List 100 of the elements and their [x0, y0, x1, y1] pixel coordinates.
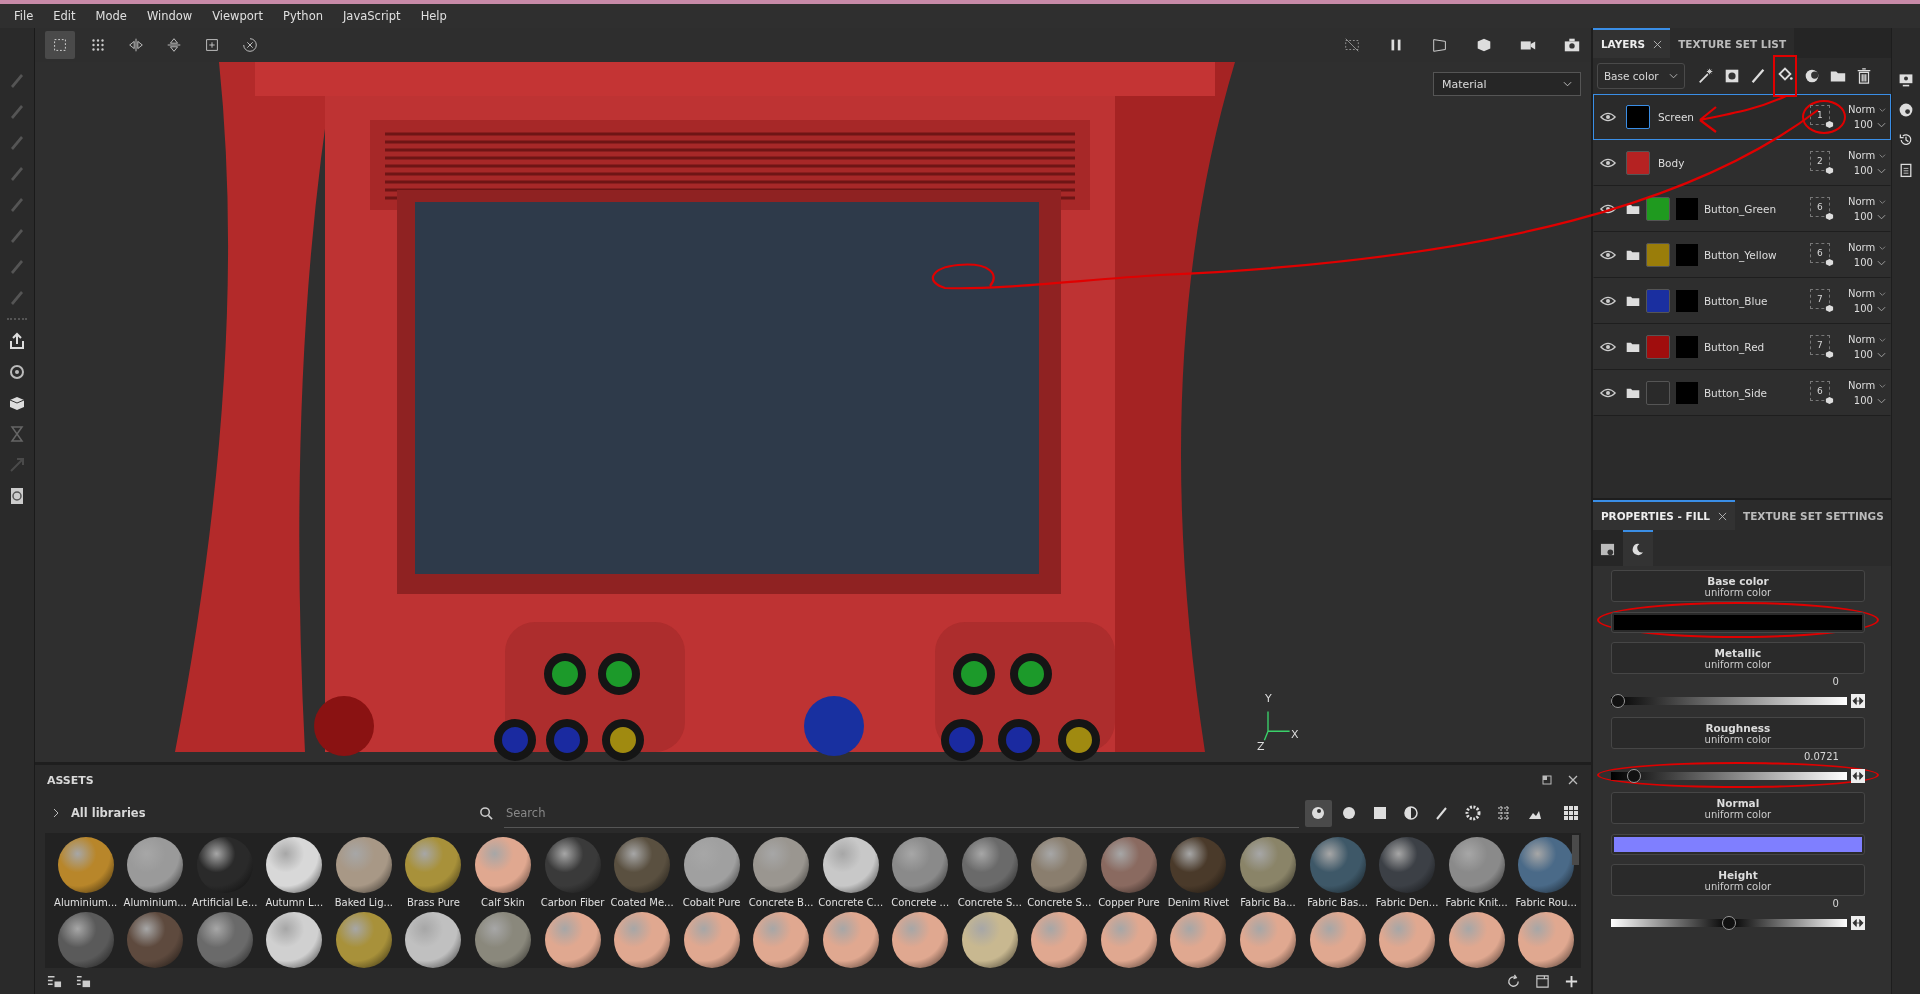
value-link-button[interactable] — [1850, 916, 1865, 930]
add-icon[interactable] — [1563, 973, 1579, 989]
double-arrow-icon — [1851, 695, 1864, 707]
chevron-icon — [52, 808, 59, 818]
material-name: Fabric Rou... — [1515, 897, 1577, 908]
eye-icon[interactable] — [1599, 296, 1616, 306]
slider-track[interactable] — [1610, 916, 1847, 930]
camera-icon[interactable] — [1562, 36, 1581, 54]
blend-mode-dropdown[interactable]: Norm — [1847, 242, 1886, 253]
eye-icon[interactable] — [1599, 158, 1616, 168]
blend-mode-dropdown[interactable]: Norm — [1847, 288, 1886, 299]
opacity-dropdown[interactable]: 100 — [1847, 257, 1886, 268]
close-icon[interactable] — [1653, 39, 1663, 49]
menu-item[interactable]: Edit — [43, 9, 86, 23]
cube-icon — [1824, 350, 1834, 359]
material-name: Concrete S... — [1027, 897, 1092, 908]
page-icon[interactable] — [1534, 973, 1550, 989]
sub-tab[interactable] — [1622, 530, 1653, 566]
tool-icon — [240, 36, 259, 54]
eye-icon[interactable] — [1599, 204, 1616, 214]
menu-item[interactable]: Mode — [85, 9, 137, 23]
menu-item[interactable]: Python — [273, 9, 333, 23]
hidden-icon[interactable] — [1342, 36, 1361, 54]
mask-thumbnail — [1675, 290, 1698, 312]
material-name: Concrete S... — [957, 897, 1022, 908]
menu-item[interactable]: Window — [136, 9, 203, 23]
viewport[interactable]: Material Y X Z — [34, 62, 1591, 762]
menu-item[interactable]: Help — [410, 9, 457, 23]
toolbar-button[interactable] — [44, 31, 75, 59]
opacity-dropdown[interactable]: 100 — [1847, 165, 1886, 176]
channel-source-button[interactable]: Roughness uniform color — [1610, 717, 1865, 749]
material-name: Fabric Den... — [1375, 897, 1439, 908]
search-field[interactable]: Search — [503, 798, 1299, 828]
filter-button[interactable] — [1304, 799, 1332, 827]
undock-icon[interactable] — [1540, 774, 1553, 786]
blend-mode-dropdown[interactable]: Norm — [1847, 150, 1886, 161]
channel-source: uniform color — [1704, 658, 1772, 670]
value-link-button[interactable] — [1850, 694, 1865, 708]
menu-item[interactable]: JavaScript — [332, 9, 411, 23]
slider-track[interactable] — [1610, 769, 1847, 783]
material-name: Fabric Ba... — [1240, 897, 1296, 908]
library-selector[interactable]: All libraries — [46, 806, 473, 820]
channel-source-button[interactable]: Normal uniform color — [1610, 792, 1865, 824]
history-icon[interactable] — [1897, 132, 1914, 148]
globe-settings-icon[interactable] — [1897, 102, 1914, 118]
material-thumbnail[interactable] — [1518, 837, 1575, 893]
view-mode-dropdown[interactable]: Material — [1432, 72, 1581, 96]
scrollbar[interactable] — [1571, 835, 1579, 865]
close-icon[interactable] — [1718, 511, 1728, 521]
slider-thumb[interactable] — [1721, 916, 1736, 930]
eye-icon[interactable] — [1599, 342, 1616, 352]
eye-icon[interactable] — [1599, 250, 1616, 260]
folder-icon — [1625, 203, 1640, 215]
close-icon[interactable] — [1566, 774, 1579, 786]
camera-frame-icon[interactable] — [1430, 36, 1449, 54]
blend-mode-dropdown[interactable]: Norm — [1847, 380, 1886, 391]
blend-mode-dropdown[interactable]: Norm — [1847, 334, 1886, 345]
opacity-dropdown[interactable]: 100 — [1847, 395, 1886, 406]
slider-thumb[interactable] — [1610, 694, 1625, 708]
menu-item[interactable]: File — [4, 9, 44, 23]
eye-icon[interactable] — [1599, 388, 1616, 398]
blend-mode-dropdown[interactable]: Norm — [1847, 104, 1886, 115]
panel-tab[interactable]: TEXTURE SET LIST — [1670, 28, 1795, 58]
panel-tab[interactable]: PROPERTIES - FILL — [1592, 500, 1736, 530]
cube-icon — [1824, 304, 1834, 313]
eye-icon[interactable] — [1599, 112, 1616, 122]
opacity-dropdown[interactable]: 100 — [1847, 211, 1886, 222]
slider-thumb[interactable] — [1626, 769, 1641, 783]
search-icon — [478, 805, 494, 821]
slider-track[interactable] — [1610, 694, 1847, 708]
opacity-dropdown[interactable]: 100 — [1847, 349, 1886, 360]
cube-icon — [1824, 212, 1834, 221]
panel-tab[interactable]: LAYERS — [1592, 28, 1671, 58]
list-folder-icon[interactable] — [75, 973, 91, 989]
channel-source-button[interactable]: Base color uniform color — [1610, 570, 1865, 602]
channel-source-button[interactable]: Height uniform color — [1610, 864, 1865, 896]
grid-view-icon[interactable] — [1562, 805, 1579, 821]
layer-row[interactable]: Screen 1 Norm 100 — [1592, 94, 1891, 140]
layer-name: Button_Yellow — [1703, 249, 1778, 261]
layer-name: Screen — [1657, 111, 1695, 123]
channel-name: Normal — [1716, 796, 1760, 809]
display-settings-icon[interactable] — [1897, 72, 1914, 88]
slider-value: 0 — [1832, 898, 1839, 909]
material-name: Copper Pure — [1098, 897, 1160, 908]
value-link-button[interactable] — [1850, 769, 1865, 783]
menu-item[interactable]: Viewport — [202, 9, 274, 23]
magic-wand-icon[interactable] — [1696, 67, 1715, 85]
filter-icon — [1372, 805, 1389, 821]
panel-tab[interactable]: TEXTURE SET SETTINGS — [1735, 500, 1892, 530]
material-name: Cobalt Pure — [682, 897, 741, 908]
channel-source-button[interactable]: Metallic uniform color — [1610, 642, 1865, 674]
layer-name: Button_Green — [1703, 203, 1778, 215]
opacity-dropdown[interactable]: 100 — [1847, 303, 1886, 314]
list-save-icon[interactable] — [46, 973, 62, 989]
blend-mode-dropdown[interactable]: Norm — [1847, 196, 1886, 207]
refresh-icon[interactable] — [1505, 973, 1521, 989]
channel-dropdown[interactable]: Base color — [1596, 63, 1685, 89]
caret-icon — [1879, 198, 1886, 205]
sub-tab[interactable] — [1592, 530, 1623, 566]
opacity-dropdown[interactable]: 100 — [1847, 119, 1886, 130]
